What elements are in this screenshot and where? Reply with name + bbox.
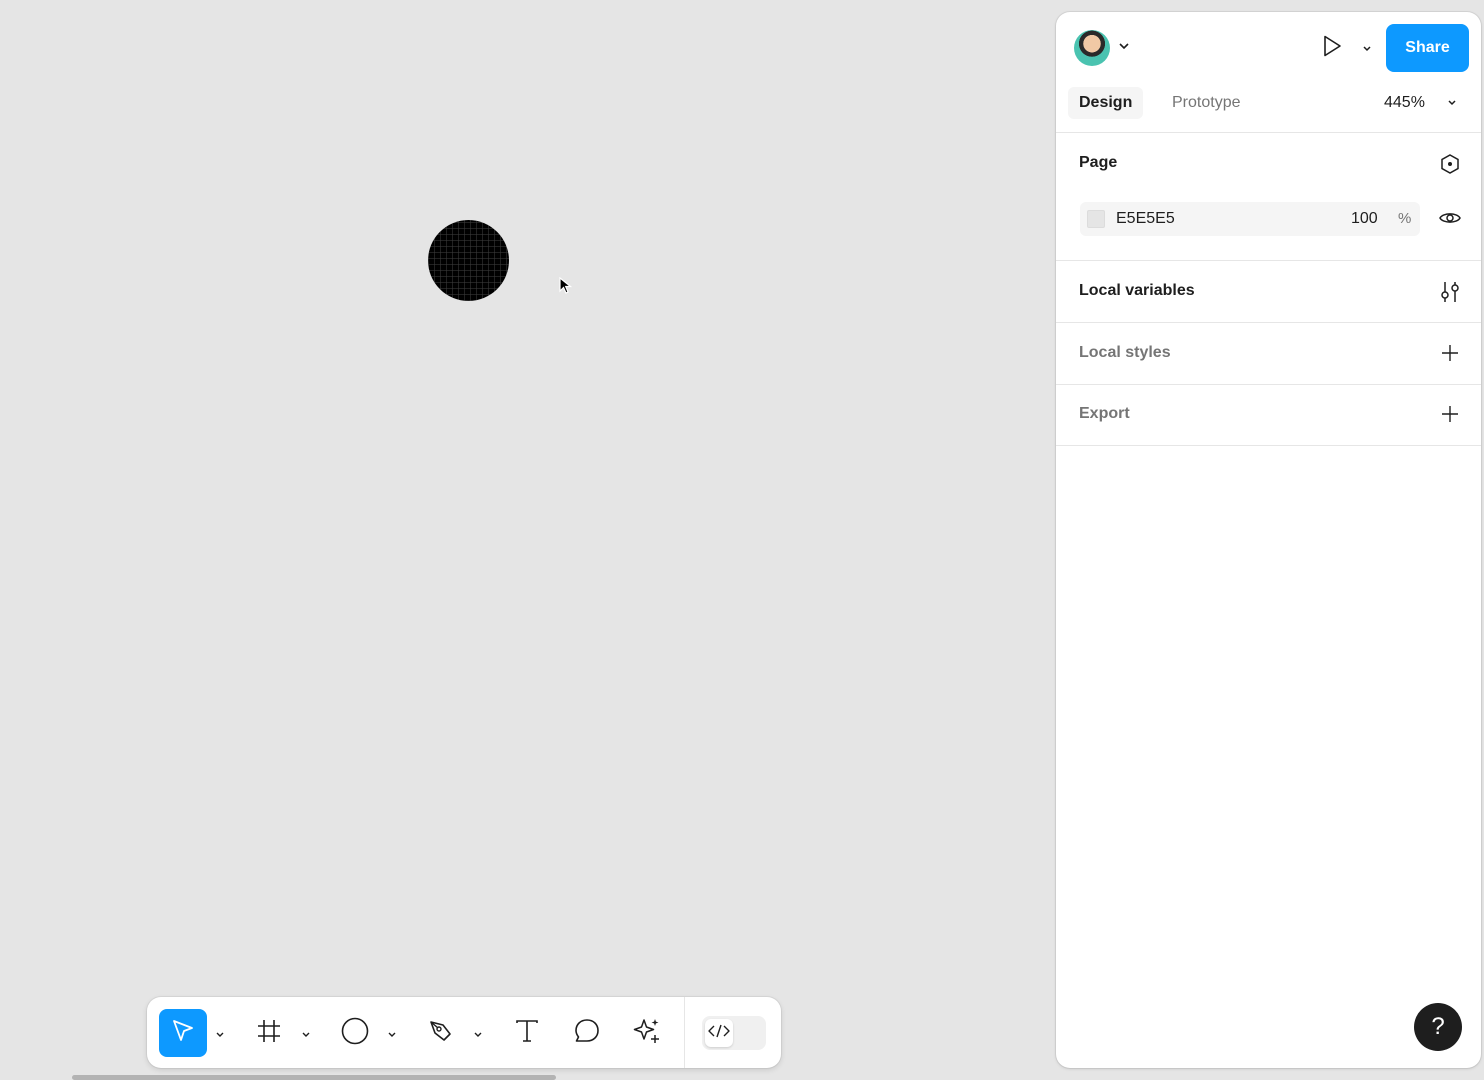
- local-styles-title: Local styles: [1079, 344, 1171, 361]
- chevron-down-icon[interactable]: [214, 1027, 226, 1039]
- frame-tool-button[interactable]: [245, 1009, 293, 1057]
- ellipse-tool-button[interactable]: [331, 1009, 379, 1057]
- help-button[interactable]: ?: [1414, 1003, 1462, 1051]
- horizontal-scrollbar[interactable]: [72, 1075, 556, 1080]
- present-button[interactable]: [1318, 34, 1346, 62]
- dev-mode-toggle[interactable]: [702, 1016, 766, 1050]
- share-button[interactable]: Share: [1386, 24, 1469, 72]
- chevron-down-icon[interactable]: [1444, 94, 1460, 110]
- chevron-down-icon[interactable]: [386, 1027, 398, 1039]
- divider: [1056, 132, 1481, 133]
- plus-icon[interactable]: [1438, 341, 1462, 365]
- chevron-down-icon[interactable]: [300, 1027, 312, 1039]
- divider: [1056, 384, 1481, 385]
- divider: [684, 997, 685, 1068]
- pen-tool-button[interactable]: [417, 1009, 465, 1057]
- eye-icon[interactable]: [1438, 206, 1462, 230]
- zoom-level[interactable]: 445%: [1384, 94, 1425, 112]
- dev-mode-knob: [705, 1019, 733, 1047]
- mouse-cursor-icon: [559, 276, 575, 300]
- text-tool-icon: [513, 1017, 541, 1050]
- bottom-toolbar: [147, 997, 781, 1068]
- page-settings-icon[interactable]: [1438, 152, 1462, 176]
- frame-tool-icon: [256, 1018, 282, 1049]
- variables-icon[interactable]: [1438, 280, 1462, 304]
- tab-prototype[interactable]: Prototype: [1161, 87, 1251, 119]
- ai-actions-icon: [632, 1016, 662, 1051]
- percent-label: %: [1398, 210, 1412, 227]
- text-tool-button[interactable]: [503, 1009, 551, 1057]
- move-tool-button[interactable]: [159, 1009, 207, 1057]
- code-icon: [707, 1023, 731, 1044]
- ellipse-tool-icon: [340, 1016, 370, 1051]
- plus-icon[interactable]: [1438, 402, 1462, 426]
- color-swatch[interactable]: [1087, 210, 1105, 228]
- page-fill-row[interactable]: E5E5E5 100 %: [1080, 202, 1420, 236]
- export-title: Export: [1079, 405, 1130, 422]
- divider: [1056, 260, 1481, 261]
- local-variables-title: Local variables: [1079, 282, 1195, 299]
- fill-opacity-input[interactable]: 100: [1351, 210, 1378, 228]
- chevron-down-icon[interactable]: [1359, 40, 1375, 56]
- play-icon: [1321, 34, 1343, 63]
- divider: [1056, 445, 1481, 446]
- ai-actions-button[interactable]: [623, 1009, 671, 1057]
- comment-tool-icon: [573, 1017, 601, 1050]
- tab-design[interactable]: Design: [1068, 87, 1144, 119]
- move-tool-icon: [169, 1017, 197, 1050]
- avatar[interactable]: [1074, 30, 1110, 66]
- comment-tool-button[interactable]: [563, 1009, 611, 1057]
- chevron-down-icon[interactable]: [472, 1027, 484, 1039]
- ellipse-shape[interactable]: [428, 220, 509, 301]
- properties-panel: Share Design Prototype 445% Page E5E5E5 …: [1056, 12, 1481, 1068]
- pen-tool-icon: [427, 1017, 455, 1050]
- divider: [1056, 322, 1481, 323]
- chevron-down-icon[interactable]: [1116, 38, 1132, 54]
- fill-hex-input[interactable]: E5E5E5: [1116, 210, 1175, 228]
- page-section-title: Page: [1079, 154, 1118, 171]
